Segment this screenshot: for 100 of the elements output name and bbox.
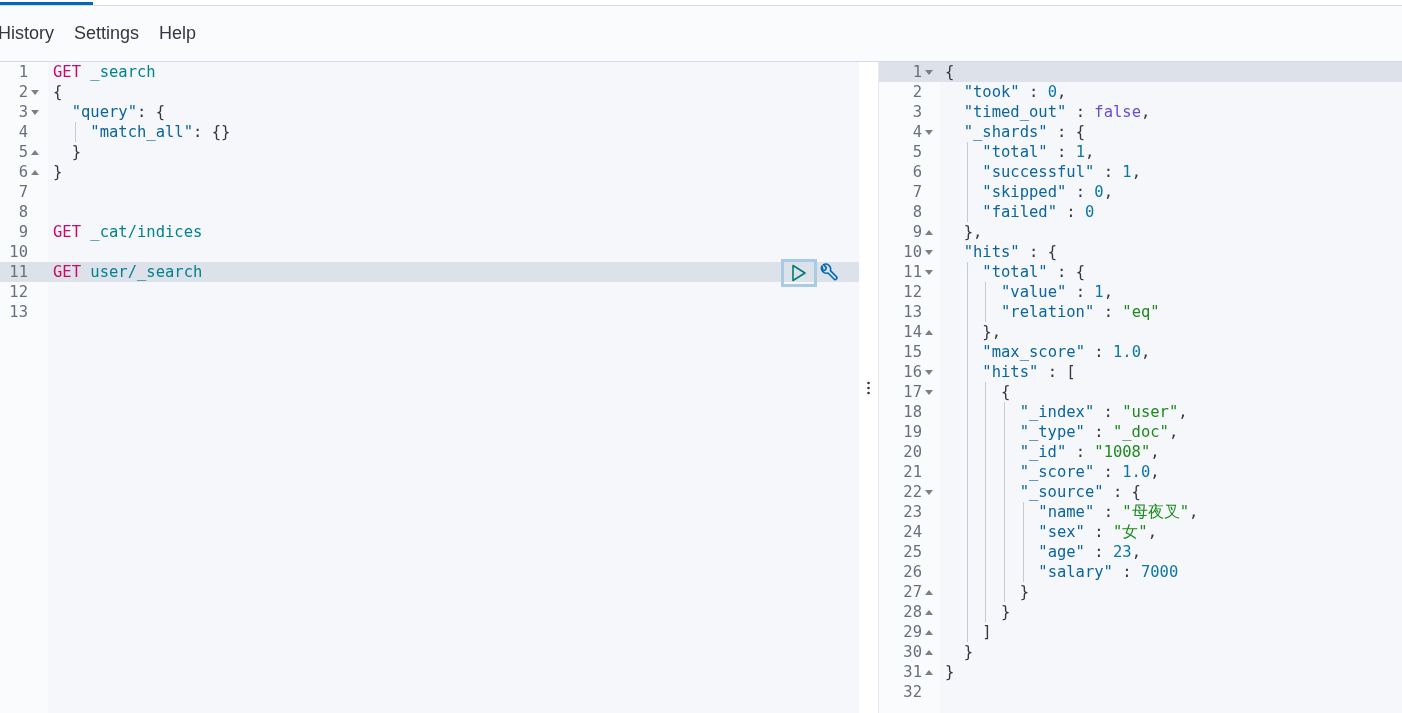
- fold-arrow-icon[interactable]: [31, 89, 39, 95]
- code-line: "timed_out" : false,: [963, 102, 1151, 122]
- fold-arrow-icon[interactable]: [925, 269, 933, 275]
- line-number: 20: [903, 442, 922, 462]
- resize-handle-icon[interactable]: [867, 380, 870, 395]
- line-number: 5: [18, 142, 28, 162]
- line-number: 2: [18, 82, 28, 102]
- fold-arrow-icon[interactable]: [925, 629, 933, 635]
- code-line: "took" : 0,: [963, 82, 1067, 102]
- line-number: 8: [18, 202, 28, 222]
- line-number: 4: [912, 122, 922, 142]
- line-number: 31: [903, 662, 922, 682]
- fold-arrow-icon[interactable]: [925, 609, 933, 615]
- line-number: 4: [18, 122, 28, 142]
- line-number: 25: [903, 542, 922, 562]
- fold-arrow-icon[interactable]: [925, 229, 933, 235]
- line-number: 18: [903, 402, 922, 422]
- code-line: ]: [982, 622, 992, 642]
- fold-arrow-icon[interactable]: [925, 669, 933, 675]
- line-number: 7: [912, 182, 922, 202]
- code-line: "_index" : "user",: [1019, 402, 1188, 422]
- code-line: "value" : 1,: [1000, 282, 1113, 302]
- menu-link[interactable]: Settings: [74, 23, 140, 44]
- code-line: {: [1000, 382, 1011, 402]
- line-number: 17: [903, 382, 922, 402]
- code-line: GET _search: [53, 62, 156, 82]
- fold-arrow-icon[interactable]: [925, 249, 933, 255]
- line-number: 11: [9, 262, 28, 282]
- line-number: 3: [912, 102, 922, 122]
- code-line: "name" : "母夜叉",: [1038, 502, 1199, 522]
- code-line: GET _cat/indices: [53, 222, 203, 242]
- fold-arrow-icon[interactable]: [925, 69, 933, 75]
- code-line: }: [53, 162, 63, 182]
- line-number: 13: [903, 302, 922, 322]
- line-number: 30: [903, 642, 922, 662]
- fold-arrow-icon[interactable]: [925, 129, 933, 135]
- fold-arrow-icon[interactable]: [31, 109, 39, 115]
- line-number: 6: [18, 162, 28, 182]
- code-line: }: [963, 642, 973, 662]
- code-line: "max_score" : 1.0,: [982, 342, 1151, 362]
- line-number: 11: [903, 262, 922, 282]
- code-line: },: [982, 322, 1001, 342]
- code-line: "hits" : {: [963, 242, 1057, 262]
- line-number: 28: [903, 602, 922, 622]
- code-line: "relation" : "eq": [1000, 302, 1160, 322]
- line-number: 1: [18, 62, 28, 82]
- line-number: 21: [903, 462, 922, 482]
- code-line: },: [963, 222, 983, 242]
- code-line: "total" : 1,: [982, 142, 1095, 162]
- code-line: "total" : {: [982, 262, 1085, 282]
- wrench-icon: [818, 263, 838, 283]
- code-line: "salary" : 7000: [1038, 562, 1179, 582]
- fold-arrow-icon[interactable]: [925, 389, 933, 395]
- line-number: 9: [18, 222, 28, 242]
- line-number: 7: [18, 182, 28, 202]
- fold-arrow-icon[interactable]: [925, 649, 933, 655]
- line-number: 3: [18, 102, 28, 122]
- code-line: GET user/_search: [53, 262, 203, 282]
- code-line: "sex" : "女",: [1038, 522, 1157, 542]
- code-line: "successful" : 1,: [982, 162, 1141, 182]
- code-line: "_type" : "_doc",: [1019, 422, 1179, 442]
- code-line: "_shards" : {: [963, 122, 1085, 142]
- line-number: 16: [903, 362, 922, 382]
- fold-arrow-icon[interactable]: [925, 369, 933, 375]
- line-number: 27: [903, 582, 922, 602]
- line-number: 23: [903, 502, 922, 522]
- line-number: 15: [903, 342, 922, 362]
- fold-arrow-icon[interactable]: [31, 149, 39, 155]
- code-line: "query": {: [71, 102, 165, 122]
- fold-arrow-icon[interactable]: [925, 329, 933, 335]
- code-line: "age" : 23,: [1038, 542, 1141, 562]
- line-number: 5: [912, 142, 922, 162]
- code-line: }: [1019, 582, 1029, 602]
- code-line: {: [53, 82, 63, 102]
- code-line: "match_all": {}: [90, 122, 231, 142]
- menu-link[interactable]: Help: [159, 23, 197, 44]
- line-number: 29: [903, 622, 922, 642]
- run-button[interactable]: [781, 259, 817, 287]
- line-number: 10: [9, 242, 28, 262]
- code-line: "_source" : {: [1019, 482, 1141, 502]
- code-line: }: [1000, 602, 1011, 622]
- line-number: 12: [903, 282, 922, 302]
- play-icon: [791, 264, 807, 282]
- line-number: 1: [912, 62, 922, 82]
- line-number: 26: [903, 562, 922, 582]
- fold-arrow-icon[interactable]: [925, 589, 933, 595]
- line-number: 13: [9, 302, 28, 322]
- line-number: 2: [912, 82, 922, 102]
- fold-arrow-icon[interactable]: [31, 169, 39, 175]
- line-number: 32: [903, 682, 922, 702]
- code-line: {: [945, 62, 955, 82]
- code-line: "_score" : 1.0,: [1019, 462, 1160, 482]
- line-number: 10: [903, 242, 922, 262]
- line-number: 19: [903, 422, 922, 442]
- code-line: "_id" : "1008",: [1019, 442, 1160, 462]
- menu-link[interactable]: History: [0, 23, 54, 44]
- fold-arrow-icon[interactable]: [925, 489, 933, 495]
- code-line: "failed" : 0: [982, 202, 1095, 222]
- code-line: "hits" : [: [982, 362, 1076, 382]
- code-line: }: [71, 142, 81, 162]
